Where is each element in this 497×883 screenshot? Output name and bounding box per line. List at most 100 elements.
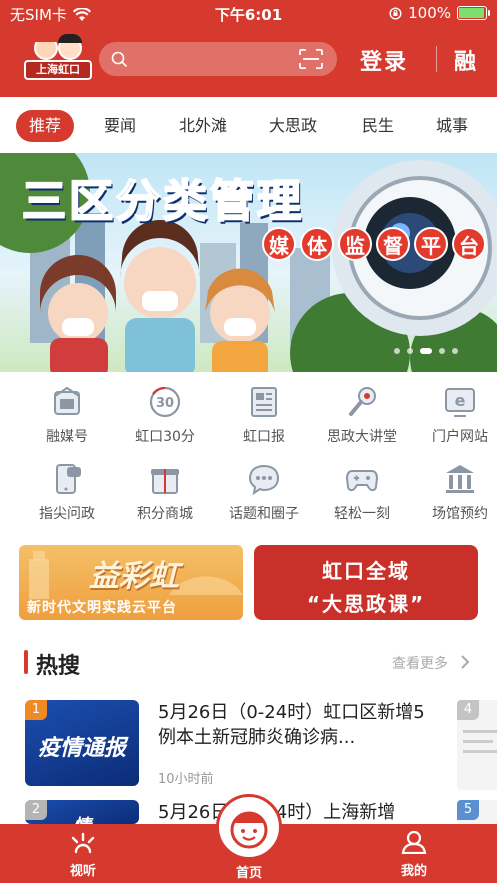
grid-label: 话题和圈子 <box>229 506 299 522</box>
banner-subtitle-char: 体 <box>300 227 334 261</box>
nav-label: 视听 <box>69 864 96 879</box>
grid-item-hongkou30[interactable]: 30 虹口30分 <box>115 384 215 446</box>
grid-item-hongkou-paper[interactable]: 虹口报 <box>214 384 314 446</box>
nav-label: 我的 <box>400 864 427 879</box>
tab-news[interactable]: 要闻 <box>92 110 148 142</box>
promo-left-title: 益彩虹 <box>89 559 179 594</box>
battery-percent: 100% <box>408 4 451 22</box>
news-thumbnail[interactable]: 1 疫情通报 <box>25 700 139 786</box>
carousel-dot[interactable] <box>394 348 400 354</box>
thumbnail-text: 疫情通报 <box>37 736 126 761</box>
grid-item-relax[interactable]: 轻松一刻 <box>312 461 412 523</box>
logo-text: 上海虹口 <box>24 60 92 80</box>
clock-30-icon: 30 <box>149 386 181 418</box>
grid-item-lecture[interactable]: 思政大讲堂 <box>312 384 412 446</box>
news-time: 10小时前 <box>158 772 214 787</box>
banner-subtitle-char: 监 <box>338 227 372 261</box>
carousel-dot[interactable] <box>452 348 458 354</box>
grid-label: 虹口报 <box>243 429 285 445</box>
app-logo[interactable]: 上海虹口 <box>20 32 96 84</box>
channel-tabs: 推荐 要闻 北外滩 大思政 民生 城事 <box>0 104 497 148</box>
rank-badge: 5 <box>457 800 479 820</box>
grid-label: 场馆预约 <box>432 506 488 522</box>
tab-north-bund[interactable]: 北外滩 <box>172 110 234 142</box>
search-input[interactable] <box>135 42 285 76</box>
chat-bubble-icon <box>248 464 280 496</box>
gift-icon <box>151 469 179 494</box>
carousel-dot[interactable] <box>439 348 445 354</box>
grid-label: 门户网站 <box>432 429 488 445</box>
grid-label: 积分商城 <box>137 506 193 522</box>
browser-icon: e <box>445 388 475 417</box>
status-right: 100% <box>389 4 490 22</box>
banner-carousel[interactable]: 三区分类管理 媒 体 监 督 平 台 <box>0 153 497 372</box>
promo-card-yicaihong[interactable]: 益彩虹 新时代文明实践云平台 <box>19 545 243 620</box>
header-divider <box>436 46 437 72</box>
phone-chat-icon <box>56 464 81 494</box>
grid-item-portal[interactable]: e 门户网站 <box>410 384 497 446</box>
promo-left-subtitle: 新时代文明实践云平台 <box>27 600 177 616</box>
logo-hat <box>34 34 58 42</box>
side-news-card[interactable]: 4 <box>457 700 497 790</box>
grid-item-fingertip[interactable]: 指尖问政 <box>17 461 117 523</box>
banner-subtitle-char: 平 <box>414 227 448 261</box>
side-card-line <box>463 740 493 743</box>
mascot-icon <box>230 811 268 849</box>
tab-city[interactable]: 城事 <box>424 110 480 142</box>
grid-label: 轻松一刻 <box>334 506 390 522</box>
banner-title: 三区分类管理 <box>21 175 304 228</box>
nav-item-mine[interactable]: 我的 <box>374 830 454 879</box>
scan-icon[interactable] <box>299 49 323 69</box>
grid-item-topics[interactable]: 话题和圈子 <box>214 461 314 523</box>
battery-icon <box>457 6 490 20</box>
news-title[interactable]: 5月26日（0-24时）虹口区新增5例本土新冠肺炎确诊病... <box>158 700 428 750</box>
grid-item-venue-booking[interactable]: 场馆预约 <box>410 461 497 523</box>
rank-badge: 4 <box>457 700 479 720</box>
grid-label: 虹口30分 <box>135 429 195 445</box>
hot-section-title: 热搜 <box>36 654 81 679</box>
app-root: 无SIM卡 下午6:01 100% 上海虹口 登录 融 推荐 要闻 北外滩 大思… <box>0 0 497 883</box>
promo-card-politics-class[interactable]: 虹口全域 “大思政课” <box>254 545 478 620</box>
login-button[interactable]: 登录 <box>360 44 408 76</box>
banner-subtitle-char: 台 <box>452 227 486 261</box>
banner-subtitle: 媒 体 监 督 平 台 <box>262 227 486 261</box>
carousel-dot[interactable] <box>407 348 413 354</box>
museum-icon <box>446 465 474 493</box>
thumbnail-text: 情 <box>25 812 139 824</box>
tab-big-politics[interactable]: 大思政 <box>262 110 324 142</box>
banner-subtitle-char: 督 <box>376 227 410 261</box>
newspaper-stack-icon <box>54 386 80 415</box>
grid-item-points-mall[interactable]: 积分商城 <box>115 461 215 523</box>
orientation-lock-icon <box>389 6 402 20</box>
tab-livelihood[interactable]: 民生 <box>350 110 406 142</box>
user-icon <box>401 830 427 855</box>
search-bar[interactable] <box>99 42 337 76</box>
grid-label: 思政大讲堂 <box>327 429 397 445</box>
status-bar: 无SIM卡 下午6:01 100% <box>0 0 497 26</box>
rong-button[interactable]: 融 <box>454 44 476 76</box>
gamepad-icon <box>345 470 379 492</box>
side-card-line <box>463 750 497 753</box>
svg-text:30: 30 <box>156 396 174 411</box>
broadcast-icon <box>71 832 95 854</box>
tab-recommend[interactable]: 推荐 <box>16 110 74 142</box>
chevron-right-icon[interactable] <box>460 654 470 670</box>
hot-more-link[interactable]: 查看更多 <box>392 653 448 673</box>
news-title[interactable]: 5月26日（0-24时）上海新增 <box>158 800 428 824</box>
grid-item-rongmeihao[interactable]: 融媒号 <box>17 384 117 446</box>
news-thumbnail[interactable]: 2 情 <box>25 800 139 824</box>
grid-label: 融媒号 <box>46 429 88 445</box>
carousel-dot-active[interactable] <box>420 348 432 354</box>
hot-accent-bar <box>24 650 28 674</box>
nav-label-home: 首页 <box>235 866 262 881</box>
header: 无SIM卡 下午6:01 100% 上海虹口 登录 融 <box>0 0 497 97</box>
nav-item-home[interactable] <box>216 794 282 860</box>
promo-right-line1: 虹口全域 <box>322 559 410 583</box>
promo-right-line2: “大思政课” <box>306 592 426 616</box>
nav-item-listen-watch[interactable]: 视听 <box>43 830 123 879</box>
side-news-card[interactable]: 5 <box>457 800 497 824</box>
svg-text:e: e <box>455 391 466 410</box>
search-icon <box>111 51 127 67</box>
side-card-line <box>463 730 497 733</box>
microphone-icon <box>349 387 376 416</box>
